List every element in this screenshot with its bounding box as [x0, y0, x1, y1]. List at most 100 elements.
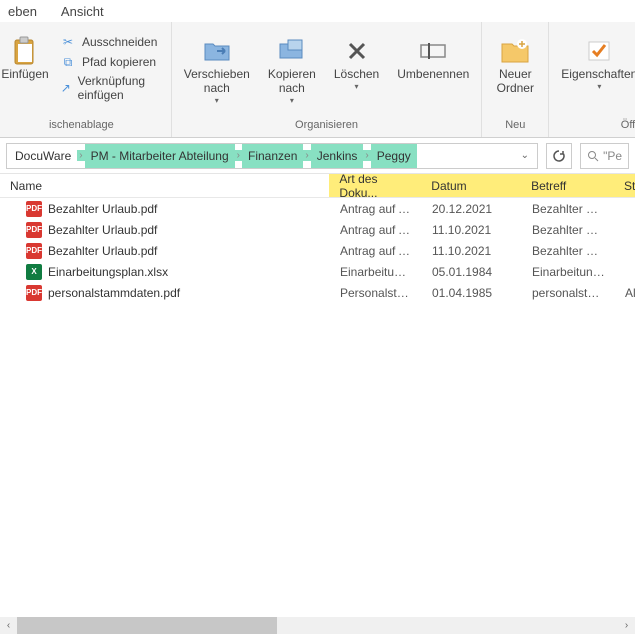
file-betreff-cell: Bezahlter Urla...	[522, 223, 615, 237]
chevron-down-icon: ▾	[215, 96, 219, 105]
breadcrumb-item[interactable]: DocuWare	[9, 144, 77, 168]
scissors-icon: ✂	[60, 34, 76, 50]
ribbon-group-new: Neuer Ordner Neu	[482, 22, 549, 137]
address-bar: DocuWare›PM - Mitarbeiter Abteilung›Fina…	[0, 138, 635, 174]
copy-to-button[interactable]: Kopieren nach ▾	[264, 34, 320, 107]
ribbon: Einfügen ✂ Ausschneiden ⧉ Pfad kopieren …	[0, 22, 635, 138]
new-folder-icon	[500, 36, 530, 66]
xlsx-file-icon: X	[26, 264, 42, 280]
shortcut-icon: ↗	[60, 80, 72, 96]
table-row[interactable]: PDFBezahlter Urlaub.pdfAntrag auf A...11…	[0, 219, 635, 240]
file-betreff-cell: Einarbeitungs...	[522, 265, 615, 279]
new-folder-label: Neuer Ordner	[497, 68, 534, 96]
properties-button[interactable]: Eigenschaften ▾	[557, 34, 635, 93]
copy-to-label: Kopieren nach	[268, 68, 316, 96]
path-icon: ⧉	[60, 54, 76, 70]
new-group-label: Neu	[490, 119, 540, 135]
menu-bar: eben Ansicht	[0, 0, 635, 22]
chevron-down-icon: ▾	[597, 82, 601, 91]
file-list: Name Art des Doku... Datum Betreff St PD…	[0, 174, 635, 303]
file-art-cell: Antrag auf A...	[330, 223, 422, 237]
search-placeholder: "Pe	[603, 149, 622, 163]
ribbon-group-organize: Verschieben nach ▾ Kopieren nach ▾ Lösch…	[172, 22, 483, 137]
file-rows: PDFBezahlter Urlaub.pdfAntrag auf A...20…	[0, 198, 635, 303]
breadcrumb-dropdown[interactable]: ⌄	[515, 150, 535, 161]
checkmark-icon	[584, 36, 614, 66]
column-betreff[interactable]: Betreff	[521, 174, 614, 197]
column-st[interactable]: St	[614, 174, 635, 197]
file-datum-cell: 20.12.2021	[422, 202, 522, 216]
table-row[interactable]: PDF Bezahlter Urlaub.pdf Antrag auf A...20…	[0, 198, 635, 219]
new-folder-button[interactable]: Neuer Ordner	[490, 34, 540, 98]
scroll-left-arrow[interactable]: ‹	[0, 617, 17, 634]
file-art-cell: Personalstam...	[330, 286, 422, 300]
pdf-file-icon: PDF	[26, 222, 42, 238]
column-name[interactable]: Name	[0, 174, 329, 197]
file-name-cell: PDFpersonalstammdaten.pdf	[0, 285, 330, 301]
delete-icon	[342, 36, 372, 66]
breadcrumb-separator: ›	[363, 150, 370, 161]
table-row[interactable]: PDFBezahlter Urlaub.pdfAntrag auf A...11…	[0, 240, 635, 261]
table-row[interactable]: X Einarbeitungsplan.xlsx Einarbeitungs...0…	[0, 261, 635, 282]
pdf-file-icon: PDF	[26, 285, 42, 301]
pdf-file-icon: PDF	[26, 201, 42, 217]
horizontal-scrollbar[interactable]: ‹ ›	[0, 617, 635, 634]
copy-icon	[277, 36, 307, 66]
breadcrumb-item[interactable]: Jenkins	[311, 144, 364, 168]
file-name: Bezahlter Urlaub.pdf	[48, 223, 157, 237]
clipboard-group-label: ischenablage	[0, 119, 163, 135]
file-datum-cell: 01.04.1985	[422, 286, 522, 300]
column-datum[interactable]: Datum	[421, 174, 521, 197]
menu-item[interactable]: Ansicht	[61, 4, 104, 19]
column-art[interactable]: Art des Doku...	[329, 174, 421, 197]
breadcrumb[interactable]: DocuWare›PM - Mitarbeiter Abteilung›Fina…	[6, 143, 538, 169]
organize-group-label: Organisieren	[180, 119, 474, 135]
file-betreff-cell: personalstam...	[522, 286, 615, 300]
file-datum-cell: 05.01.1984	[422, 265, 522, 279]
paste-button[interactable]: Einfügen	[0, 34, 50, 84]
ribbon-group-open: Eigenschaften ▾ Öffn	[549, 22, 635, 137]
scroll-right-arrow[interactable]: ›	[618, 617, 635, 634]
properties-label: Eigenschaften	[561, 68, 635, 82]
refresh-icon	[552, 149, 566, 163]
delete-button[interactable]: Löschen ▾	[330, 34, 383, 93]
table-row[interactable]: PDFpersonalstammdaten.pdfPersonalstam...…	[0, 282, 635, 303]
chevron-down-icon: ▾	[290, 96, 294, 105]
refresh-button[interactable]	[546, 143, 572, 169]
file-name: Bezahlter Urlaub.pdf	[48, 202, 157, 216]
breadcrumb-separator: ›	[235, 150, 242, 161]
file-name-cell: PDF Bezahlter Urlaub.pdf	[0, 201, 330, 217]
breadcrumb-item[interactable]: Finanzen	[242, 144, 303, 168]
column-headers: Name Art des Doku... Datum Betreff St	[0, 174, 635, 198]
clipboard-icon	[10, 36, 40, 66]
cut-button[interactable]: ✂ Ausschneiden	[60, 34, 163, 50]
cut-label: Ausschneiden	[82, 35, 157, 49]
paste-shortcut-button[interactable]: ↗ Verknüpfung einfügen	[60, 74, 163, 102]
breadcrumb-separator: ›	[77, 150, 84, 161]
file-name: Einarbeitungsplan.xlsx	[48, 265, 168, 279]
rename-label: Umbenennen	[397, 68, 469, 82]
ribbon-group-clipboard: Einfügen ✂ Ausschneiden ⧉ Pfad kopieren …	[0, 22, 172, 137]
file-art-cell: Antrag auf A...	[330, 244, 422, 258]
rename-button[interactable]: Umbenennen	[393, 34, 473, 84]
scroll-thumb[interactable]	[17, 617, 277, 634]
copy-path-button[interactable]: ⧉ Pfad kopieren	[60, 54, 163, 70]
paste-shortcut-label: Verknüpfung einfügen	[78, 74, 163, 102]
scroll-track[interactable]	[277, 617, 618, 634]
chevron-down-icon: ▾	[355, 82, 359, 91]
menu-item[interactable]: eben	[8, 4, 37, 19]
file-name-cell: PDF Bezahlter Urlaub.pdf	[0, 222, 330, 238]
open-group-label: Öffn	[557, 119, 635, 135]
breadcrumb-separator: ›	[303, 150, 310, 161]
search-input[interactable]: "Pe	[580, 143, 629, 169]
file-st-cell: Al	[615, 286, 635, 300]
search-icon	[587, 150, 599, 162]
breadcrumb-item[interactable]: Peggy	[371, 144, 417, 168]
move-to-button[interactable]: Verschieben nach ▾	[180, 34, 254, 107]
file-name-cell: X Einarbeitungsplan.xlsx	[0, 264, 330, 280]
file-art-cell: Antrag auf A...	[330, 202, 422, 216]
copy-path-label: Pfad kopieren	[82, 55, 156, 69]
file-betreff-cell: Bezahlter Urla...	[522, 244, 615, 258]
breadcrumb-item[interactable]: PM - Mitarbeiter Abteilung	[85, 144, 235, 168]
delete-label: Löschen	[334, 68, 379, 82]
